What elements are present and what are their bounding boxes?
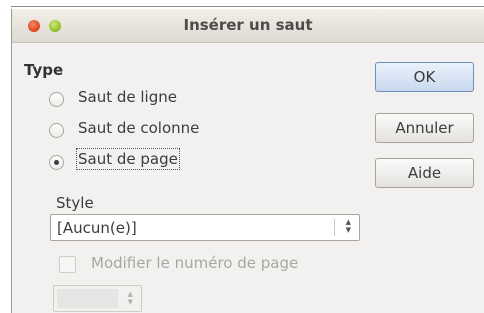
up-down-arrows-icon: ▲ ▼ <box>345 218 351 234</box>
dialog-window: Insérer un saut Type Saut de ligne Saut … <box>11 9 484 313</box>
radio-button-selected[interactable] <box>49 155 64 170</box>
cancel-button[interactable]: Annuler <box>375 113 474 143</box>
radio-label[interactable]: Saut de ligne <box>78 88 177 106</box>
select-divider <box>334 219 335 236</box>
modify-page-number-checkbox[interactable] <box>59 256 76 273</box>
ok-button[interactable]: OK <box>375 62 474 92</box>
radio-button[interactable] <box>49 123 64 138</box>
type-heading: Type <box>24 61 64 79</box>
style-label: Style <box>56 194 94 212</box>
spin-arrows-icon[interactable]: ▲ ▼ <box>128 290 133 306</box>
window-title: Insérer un saut <box>183 16 313 34</box>
title-bar[interactable]: Insérer un saut <box>12 9 484 43</box>
help-button[interactable]: Aide <box>375 158 474 188</box>
style-select-value: [Aucun(e)] <box>57 219 137 237</box>
window-border <box>11 6 484 7</box>
radio-button[interactable] <box>49 92 64 107</box>
page-number-spinbox[interactable]: ▲ ▼ <box>53 285 142 312</box>
page-number-field[interactable] <box>57 289 118 308</box>
radio-label[interactable]: Saut de page <box>76 148 180 170</box>
radio-label[interactable]: Saut de colonne <box>78 119 199 137</box>
modify-page-number-label[interactable]: Modifier le numéro de page <box>91 254 298 272</box>
radio-selected-dot <box>54 160 59 165</box>
style-select[interactable]: [Aucun(e)] ▲ ▼ <box>50 214 360 241</box>
